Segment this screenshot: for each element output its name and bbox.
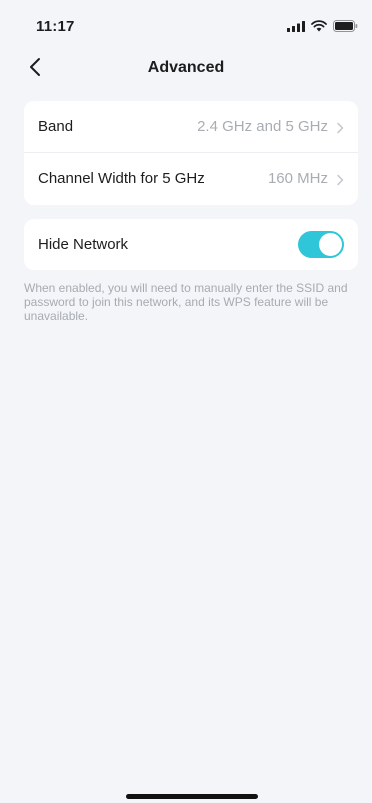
band-row[interactable]: Band 2.4 GHz and 5 GHz xyxy=(24,101,358,152)
status-time: 11:17 xyxy=(36,18,75,35)
band-value: 2.4 GHz and 5 GHz xyxy=(197,118,328,135)
channel-width-row[interactable]: Channel Width for 5 GHz 160 MHz xyxy=(24,152,358,204)
band-label: Band xyxy=(38,118,74,135)
chevron-right-icon xyxy=(336,173,344,185)
channel-width-value: 160 MHz xyxy=(267,170,328,187)
wifi-icon xyxy=(311,19,327,37)
hide-network-toggle[interactable] xyxy=(298,231,344,258)
battery-icon xyxy=(333,19,358,37)
band-settings-card: Band 2.4 GHz and 5 GHz Channel Width for… xyxy=(24,101,358,205)
home-indicator[interactable] xyxy=(126,794,258,799)
status-bar: 11:17 xyxy=(0,0,372,50)
hide-network-row: Hide Network xyxy=(24,219,358,270)
hide-network-hint: When enabled, you will need to manually … xyxy=(24,281,348,323)
channel-width-label: Channel Width for 5 GHz xyxy=(38,170,205,187)
cellular-signal-icon xyxy=(287,19,305,37)
hide-network-card: Hide Network xyxy=(24,219,358,270)
chevron-right-icon xyxy=(336,121,344,133)
hide-network-label: Hide Network xyxy=(38,236,129,253)
page-title: Advanced xyxy=(147,59,225,76)
nav-bar: Advanced xyxy=(0,50,372,90)
status-icons xyxy=(287,19,358,37)
toggle-knob xyxy=(319,233,342,256)
